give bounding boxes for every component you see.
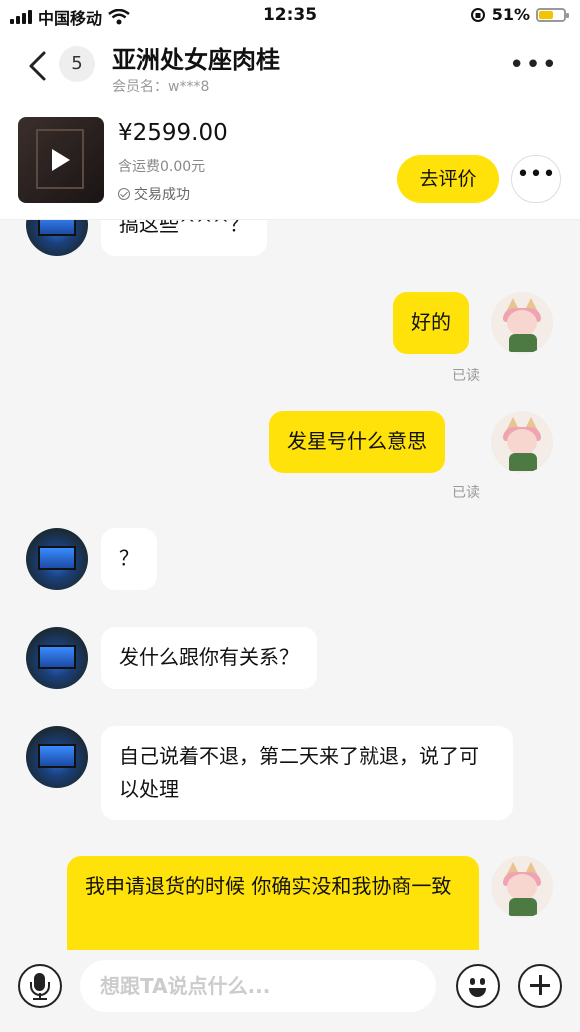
- status-bar: 中国移动 12:35 51%: [0, 0, 580, 32]
- shipping-fee: 含运费0.00元: [118, 159, 206, 175]
- message-bubble[interactable]: 自己说着不退，第二天来了就退，说了可以处理: [101, 726, 513, 820]
- emoji-icon[interactable]: [456, 964, 500, 1008]
- status-right: 51%: [470, 5, 569, 24]
- read-receipt: 已读: [452, 485, 480, 501]
- read-receipt: 已读: [452, 368, 480, 384]
- user-avatar[interactable]: [491, 292, 553, 354]
- chat-header: 5 亚洲处女座肉桂 会员名：w***8 •••: [0, 32, 580, 100]
- product-more-button[interactable]: •••: [511, 155, 561, 203]
- more-menu-button[interactable]: •••: [509, 50, 558, 80]
- message-input[interactable]: 想跟TA说点什么...: [80, 960, 436, 1012]
- check-circle-icon: [118, 188, 130, 200]
- product-thumbnail[interactable]: [18, 117, 104, 203]
- user-avatar[interactable]: [491, 856, 553, 918]
- unread-badge[interactable]: 5: [59, 46, 95, 82]
- message-bubble[interactable]: 搞这些^^^？: [101, 220, 268, 256]
- message-list[interactable]: 搞这些^^^？ 好的 已读 发星号什么意思 已读 ？ 发什么跟你有关系？ 自己说…: [0, 220, 580, 950]
- review-button[interactable]: 去评价: [397, 155, 499, 203]
- seller-avatar[interactable]: [26, 528, 88, 590]
- play-icon[interactable]: [52, 149, 70, 171]
- seller-avatar[interactable]: [26, 627, 88, 689]
- input-bar: 想跟TA说点什么...: [0, 950, 580, 1032]
- battery-icon: [536, 7, 569, 22]
- message-bubble[interactable]: 我申请退货的时候 你确实没和我协商一致: [67, 856, 479, 950]
- orientation-lock-icon: [470, 7, 485, 22]
- deal-status: 交易成功: [118, 184, 190, 204]
- product-price: ¥2599.00: [118, 120, 228, 146]
- plus-icon[interactable]: [518, 964, 562, 1008]
- member-name: 会员名：w***8: [112, 79, 210, 95]
- message-bubble[interactable]: 好的: [393, 292, 469, 354]
- seller-avatar[interactable]: [26, 220, 88, 256]
- deal-status-text: 交易成功: [134, 187, 190, 203]
- product-card[interactable]: ¥2599.00 含运费0.00元 交易成功 去评价 •••: [0, 100, 580, 220]
- message-bubble[interactable]: 发什么跟你有关系？: [101, 627, 317, 689]
- seller-avatar[interactable]: [26, 726, 88, 788]
- battery-percent: 51%: [491, 5, 530, 24]
- message-bubble[interactable]: ？: [101, 528, 157, 590]
- page-title: 亚洲处女座肉桂: [112, 46, 280, 74]
- microphone-icon[interactable]: [18, 964, 62, 1008]
- user-avatar[interactable]: [491, 411, 553, 473]
- back-icon[interactable]: [24, 50, 52, 82]
- message-bubble[interactable]: 发星号什么意思: [269, 411, 445, 473]
